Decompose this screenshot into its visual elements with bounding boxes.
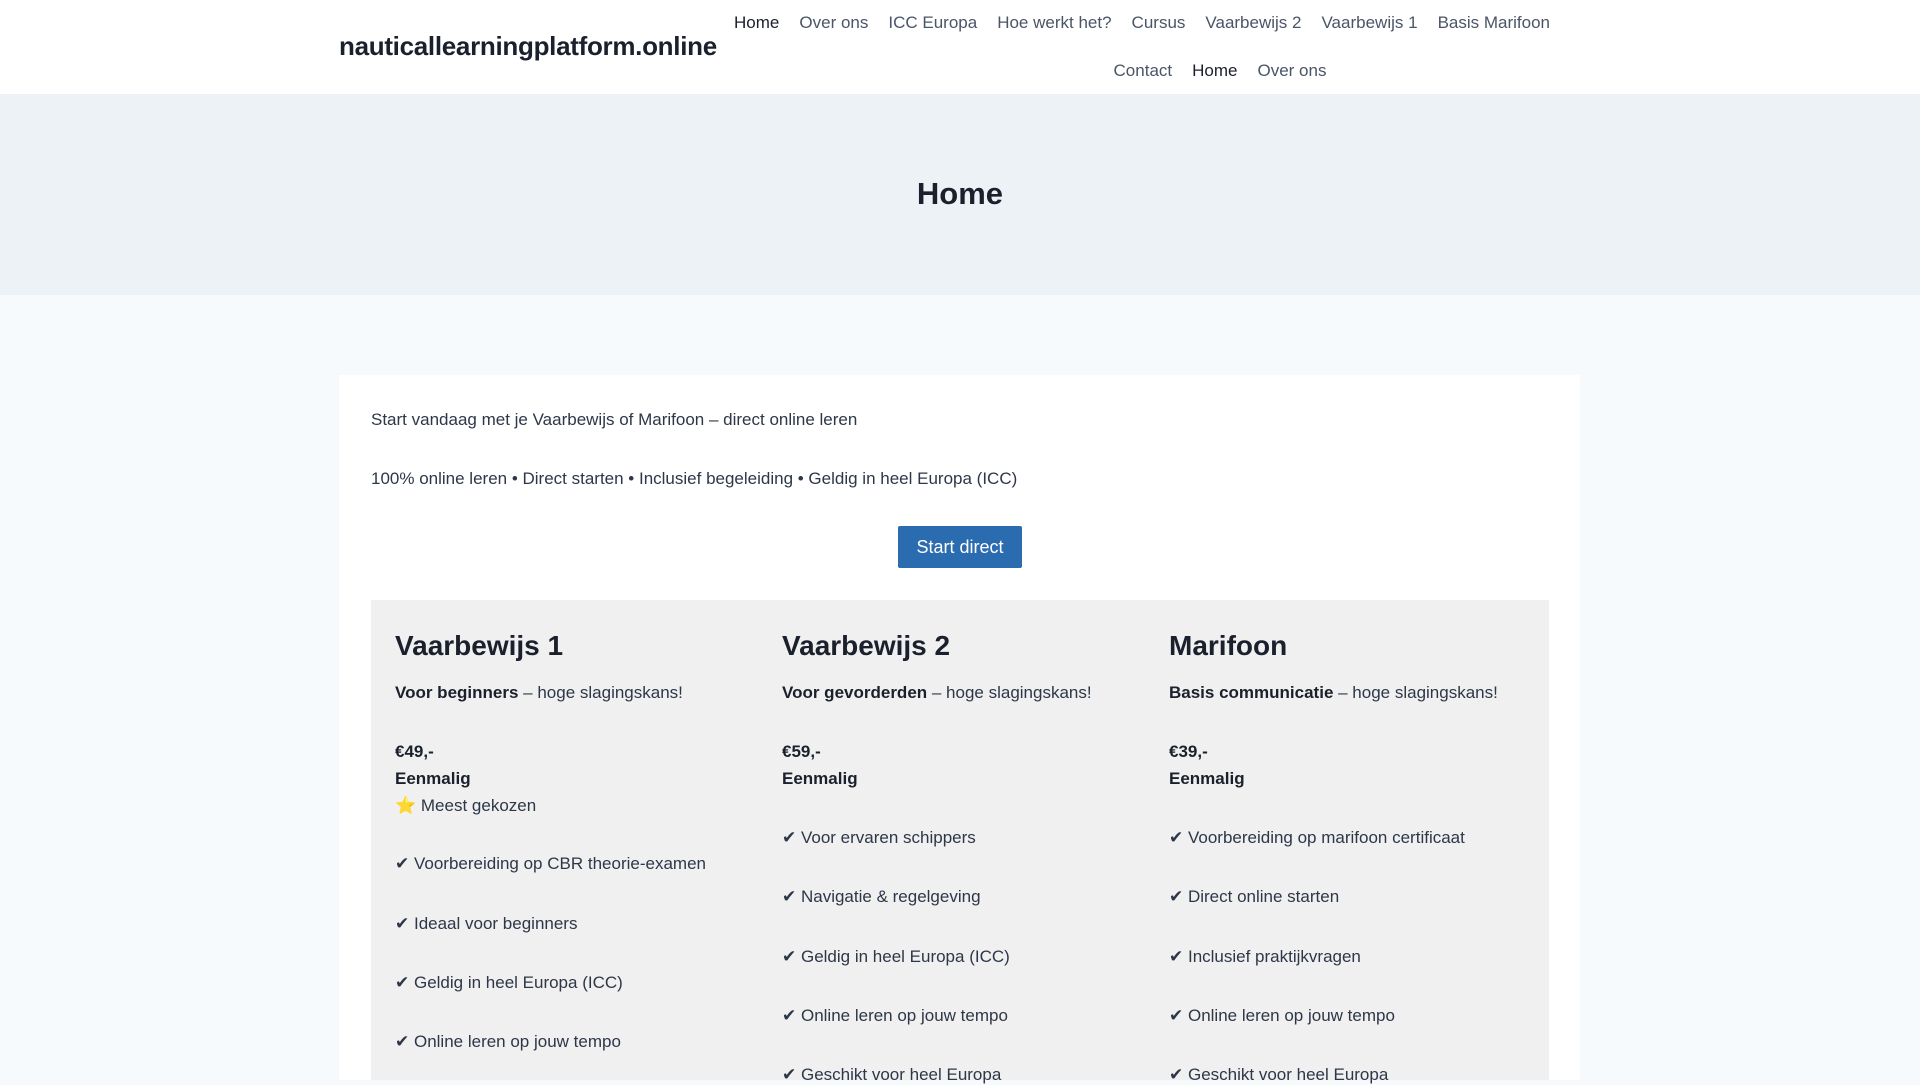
nav-icc-europa[interactable]: ICC Europa [878,13,987,33]
nav-contact[interactable]: Contact [1104,61,1183,81]
plan-term: Eenmalig [395,769,471,788]
most-chosen-badge: ⭐ Meest gekozen [395,796,537,815]
intro-text: Start vandaag met je Vaarbewijs of Marif… [371,410,858,429]
plan-feature: ✔ Ideaal voor beginners [395,914,578,933]
nav-home-2[interactable]: Home [1182,61,1247,81]
site-header: nauticallearningplatform.online Home Ove… [0,0,1920,94]
features-text: 100% online leren • Direct starten • Inc… [371,469,1018,488]
plan-feature: ✔ Inclusief praktijkvragen [1169,947,1361,966]
nav-vaarbewijs-1[interactable]: Vaarbewijs 1 [1311,13,1427,33]
nav-home[interactable]: Home [724,13,789,33]
pricing-grid: Vaarbewijs 1 Voor beginners – hoge slagi… [371,600,1549,1084]
plan-price: €59,- [782,742,821,761]
start-direct-button[interactable]: Start direct [898,526,1022,568]
plan-term: Eenmalig [1169,769,1245,788]
plan-tagline: Basis communicatie – hoge slagingskans! [1169,683,1498,702]
nav-cursus[interactable]: Cursus [1122,13,1196,33]
plan-tagline: Voor gevorderden – hoge slagingskans! [782,683,1092,702]
nav-hoe-werkt-het[interactable]: Hoe werkt het? [987,13,1121,33]
plan-feature: ✔ Voor ervaren schippers [782,828,976,847]
primary-nav: Home Over ons ICC Europa Hoe werkt het? … [720,13,1560,33]
plan-feature: ✔ Geschikt voor heel Europa [782,1065,1002,1084]
plan-feature: ✔ Online leren op jouw tempo [782,1006,1008,1025]
plan-feature: ✔ Online leren op jouw tempo [395,1032,621,1051]
nav-over-ons-2[interactable]: Over ons [1247,61,1336,81]
plan-feature: ✔ Direct online starten [1169,887,1340,906]
plan-title: Vaarbewijs 1 [395,630,564,661]
plan-price: €39,- [1169,742,1208,761]
plan-feature: ✔ Geldig in heel Europa (ICC) [395,973,623,992]
nav-basis-marifoon[interactable]: Basis Marifoon [1428,13,1560,33]
content-card: Start vandaag met je Vaarbewijs of Marif… [339,375,1580,1084]
page-title: Home [916,176,1004,211]
plan-feature: ✔ Geldig in heel Europa (ICC) [782,947,1010,966]
secondary-nav: Contact Home Over ons [720,61,1720,81]
plan-feature: ✔ Voorbereiding op marifoon certificaat [1169,828,1465,847]
plan-term: Eenmalig [782,769,858,788]
plan-price: €49,- [395,742,434,761]
plan-feature: ✔ Voorbereiding op CBR theorie-examen [395,854,706,873]
plan-title: Vaarbewijs 2 [782,630,951,661]
plan-feature: ✔ Online leren op jouw tempo [1169,1006,1395,1025]
nav-vaarbewijs-2[interactable]: Vaarbewijs 2 [1195,13,1311,33]
site-logo[interactable]: nauticallearningplatform.online [339,31,717,62]
plan-feature: ✔ Geschikt voor heel Europa [1169,1065,1389,1084]
page-hero: Home [0,94,1920,295]
plan-tagline: Voor beginners – hoge slagingskans! [395,683,683,702]
plan-feature: ✔ Navigatie & regelgeving [782,887,981,906]
plan-title: Marifoon [1169,630,1288,661]
nav-over-ons[interactable]: Over ons [789,13,878,33]
